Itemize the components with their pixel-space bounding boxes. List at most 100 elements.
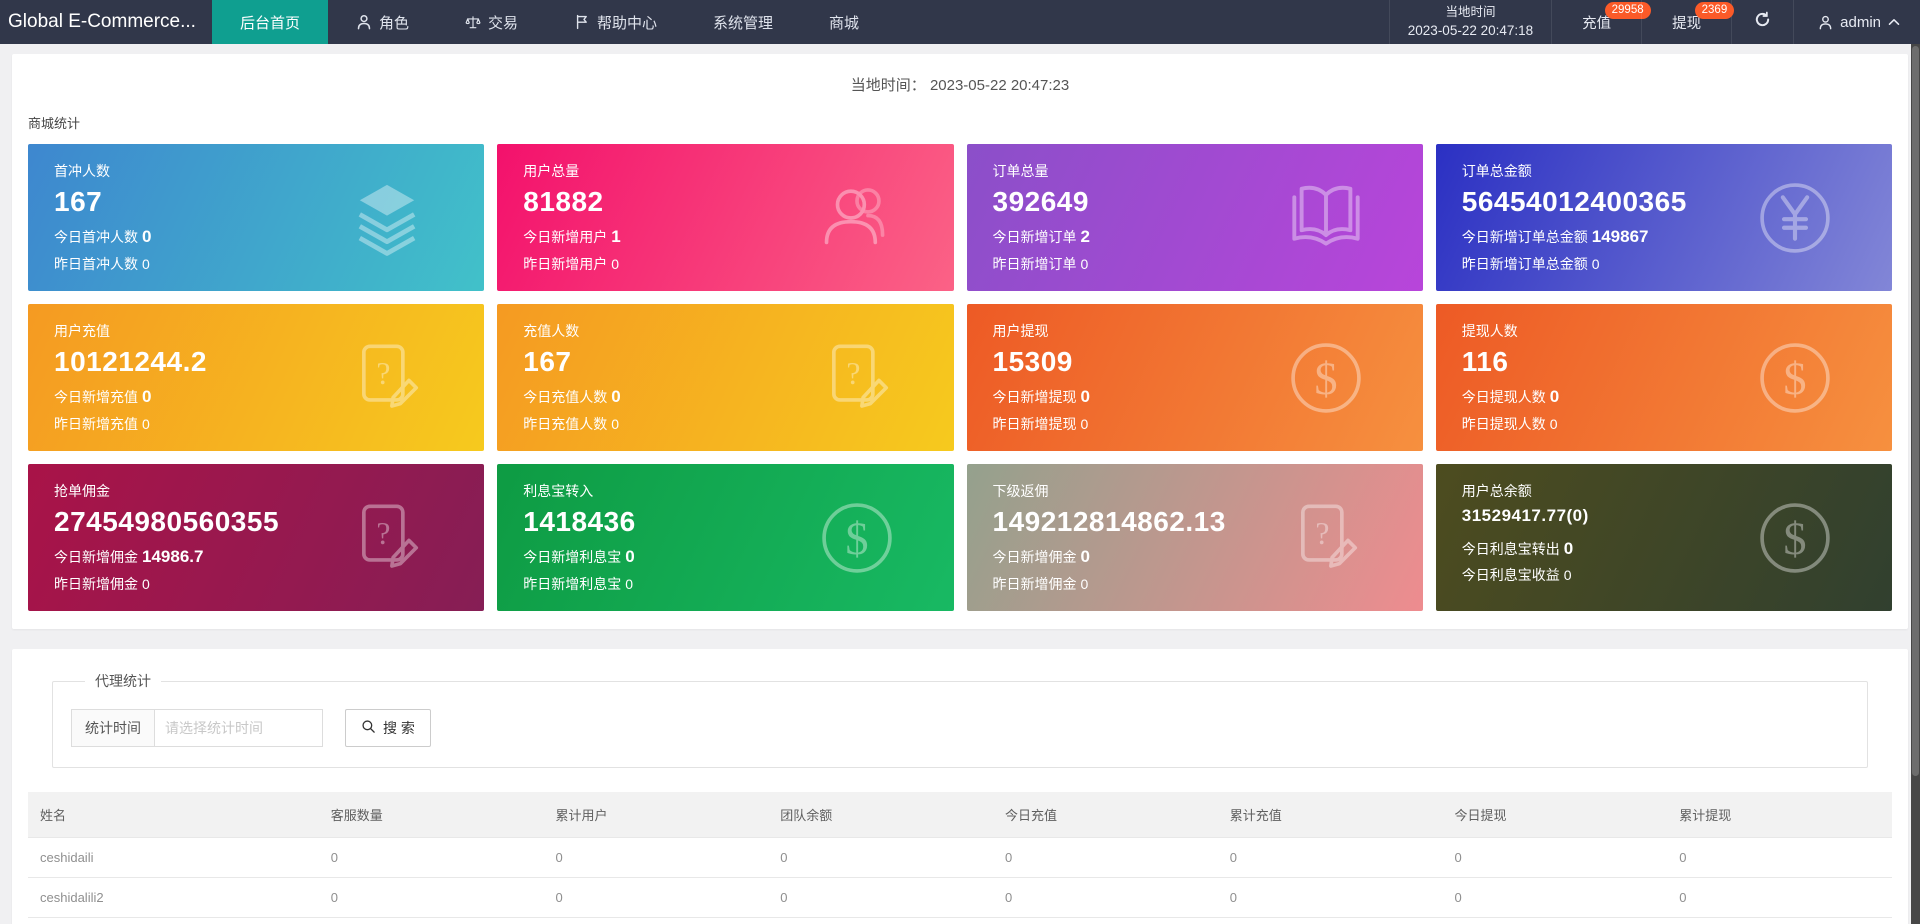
agent-value-cell: 0 [318, 877, 544, 918]
card-line3: 昨日新增订单 0 [993, 254, 1397, 276]
stat-card-11: 下级返佣 149212814862.13 今日新增佣金 0 昨日新增佣金 0? [966, 464, 1423, 611]
svg-text:?: ? [1315, 516, 1329, 551]
agent-value-cell: 0 [992, 837, 1218, 878]
agent-name-cell: a00001 [28, 917, 319, 924]
nav-tab-label: 交易 [487, 14, 518, 32]
card-line2-value: 0 [611, 387, 621, 407]
refresh-icon [1754, 11, 1771, 33]
agent-value-cell: 0 [543, 917, 769, 924]
table-row: ceshidaili 0 0 0 0 0 0 0 [28, 837, 1892, 878]
agent-value-cell: 0 [992, 917, 1218, 924]
table-row: a000010000000 [28, 917, 1892, 924]
user-menu[interactable]: admin [1793, 0, 1920, 44]
card-line3-value: 0 [1080, 415, 1089, 432]
scrollbar-thumb[interactable] [1912, 46, 1919, 776]
card-line3-label: 今日利息宝收益 [1461, 566, 1560, 583]
layers-icon [348, 179, 426, 257]
nav-tabs: 后台首页 角色 交易 帮助中心 系统管理 商城 [211, 0, 887, 44]
withdraw-count-badge: 2369 [1694, 2, 1735, 19]
card-line2-value: 149867 [1591, 227, 1649, 247]
card-line3-label: 昨日首冲人数 [54, 255, 138, 272]
card-line2-label: 今日利息宝转出 [1461, 540, 1560, 557]
stat-cards-grid: 首冲人数 167 今日首冲人数 0 昨日首冲人数 0 用户总量 81882 今日新增用户 1 昨日新… [28, 144, 1892, 611]
page-scrollbar[interactable] [1911, 0, 1920, 924]
table-header-cell: 累计用户 [555, 808, 608, 823]
search-button-label: 搜 索 [383, 720, 415, 736]
card-line3-label: 昨日新增订单总金额 [1461, 255, 1588, 272]
card-line3-label: 昨日充值人数 [523, 415, 608, 432]
table-header-cell: 今日充值 [1004, 808, 1057, 823]
nav-tab-label: 帮助中心 [597, 14, 658, 32]
stat-card-6: 充值人数 167 今日充值人数 0 昨日充值人数 0? [497, 304, 954, 451]
nav-tab-5[interactable]: 系统管理 [685, 0, 801, 44]
agent-name-cell: ceshidaili [28, 837, 319, 878]
dollar-icon: $ [1756, 499, 1834, 577]
brand-title: Global E-Commerce... [8, 11, 196, 32]
card-line2-label: 今日充值人数 [523, 389, 608, 406]
card-line3: 昨日新增佣金 0 [993, 574, 1397, 596]
search-button[interactable]: 搜 索 [345, 709, 431, 747]
refresh-button[interactable] [1731, 0, 1793, 44]
card-line3: 昨日新增提现 0 [993, 414, 1397, 436]
panel-local-time-value: 2023-05-22 20:47:23 [929, 77, 1070, 94]
card-line2-value: 0 [142, 227, 152, 247]
stat-card-7: 用户提现 15309 今日新增提现 0 昨日新增提现 0 $ [966, 304, 1423, 451]
stat-card-2: 用户总量 81882 今日新增用户 1 昨日新增用户 0 [497, 144, 954, 291]
nav-tab-label: 角色 [378, 14, 409, 32]
nav-tab-1[interactable]: 后台首页 [211, 0, 328, 44]
doc-question-icon: ? [348, 499, 426, 577]
card-line2-label: 今日新增订单 [992, 229, 1077, 246]
card-line2-label: 今日新增佣金 [992, 549, 1077, 566]
stat-card-9: 抢单佣金 27454980560355 今日新增佣金 14986.7 昨日新增佣金 0? [28, 464, 485, 611]
agent-value-cell: 0 [318, 917, 544, 924]
agent-panel: 代理统计 统计时间 搜 索 姓名 客服数量 累计用户 团队余额 今日充值 累计充值 今日提现… [12, 649, 1908, 924]
nav-tab-6[interactable]: 商城 [801, 0, 887, 44]
card-line2-label: 今日新增佣金 [54, 549, 138, 566]
svg-text:$: $ [845, 513, 868, 564]
withdraw-link[interactable]: 提现 2369 [1641, 0, 1735, 44]
card-line3-label: 昨日新增用户 [523, 255, 608, 272]
nav-tab-2[interactable]: 角色 [328, 0, 437, 44]
doc-question-icon: ? [348, 339, 426, 417]
stat-card-8: 提现人数 116 今日提现人数 0 昨日提现人数 0 $ [1435, 304, 1892, 451]
recharge-link[interactable]: 充值 29958 [1551, 0, 1651, 44]
stat-time-input[interactable] [155, 709, 323, 747]
card-line3: 昨日新增充值 0 [54, 414, 458, 436]
card-line3: 昨日新增用户 0 [523, 254, 927, 276]
card-line3-value: 0 [611, 415, 620, 432]
card-line3: 昨日首冲人数 0 [54, 254, 458, 276]
card-line3: 昨日提现人数 0 [1462, 414, 1866, 436]
agent-table-header-row: 姓名 客服数量 累计用户 团队余额 今日充值 累计充值 今日提现 累计提现 [28, 792, 1892, 838]
card-line2-value: 0 [1563, 538, 1574, 558]
card-line3-value: 0 [142, 575, 150, 592]
panel-local-time-label: 当地时间： [850, 77, 926, 94]
card-line2-value: 0 [1080, 387, 1090, 407]
agent-value-cell: 0 [1667, 917, 1892, 924]
dollar-icon: $ [1756, 339, 1834, 417]
nav-tab-3[interactable]: 交易 [437, 0, 546, 44]
card-line2-label: 今日新增充值 [54, 389, 138, 406]
card-line3-value: 0 [1549, 415, 1558, 432]
nav-tab-4[interactable]: 帮助中心 [546, 0, 685, 44]
card-line3: 昨日充值人数 0 [523, 414, 927, 436]
svg-text:$: $ [1314, 353, 1337, 404]
card-line3-label: 昨日新增充值 [54, 415, 138, 432]
card-line3-value: 0 [611, 255, 620, 272]
dollar-icon: $ [818, 499, 896, 577]
agent-stats-legend: 代理统计 [95, 673, 151, 689]
nav-tab-label: 后台首页 [239, 14, 300, 32]
svg-text:?: ? [377, 516, 391, 551]
local-time-display: 当地时间 2023-05-22 20:47:18 [1388, 0, 1551, 44]
svg-text:?: ? [377, 356, 391, 391]
doc-question-icon: ? [1287, 499, 1365, 577]
table-row: ceshidalili2 0 0 0 0 0 0 0 [28, 877, 1892, 918]
stat-card-12: 用户总余额 31529417.77(0) 今日利息宝转出 0 今日利息宝收益 0 $ [1435, 464, 1892, 611]
card-line2-value: 0 [1080, 547, 1090, 567]
card-line3: 昨日新增佣金 0 [54, 574, 458, 596]
card-line3-label: 昨日提现人数 [1461, 415, 1546, 432]
flag-icon [574, 14, 590, 30]
stats-panel: 当地时间： 2023-05-22 20:47:23 商城统计 首冲人数 167 今日… [12, 54, 1908, 629]
agent-value-cell: 0 [768, 877, 993, 918]
main-content: 当地时间： 2023-05-22 20:47:23 商城统计 首冲人数 167 今日… [0, 44, 1920, 924]
table-header-cell: 团队余额 [780, 808, 833, 823]
